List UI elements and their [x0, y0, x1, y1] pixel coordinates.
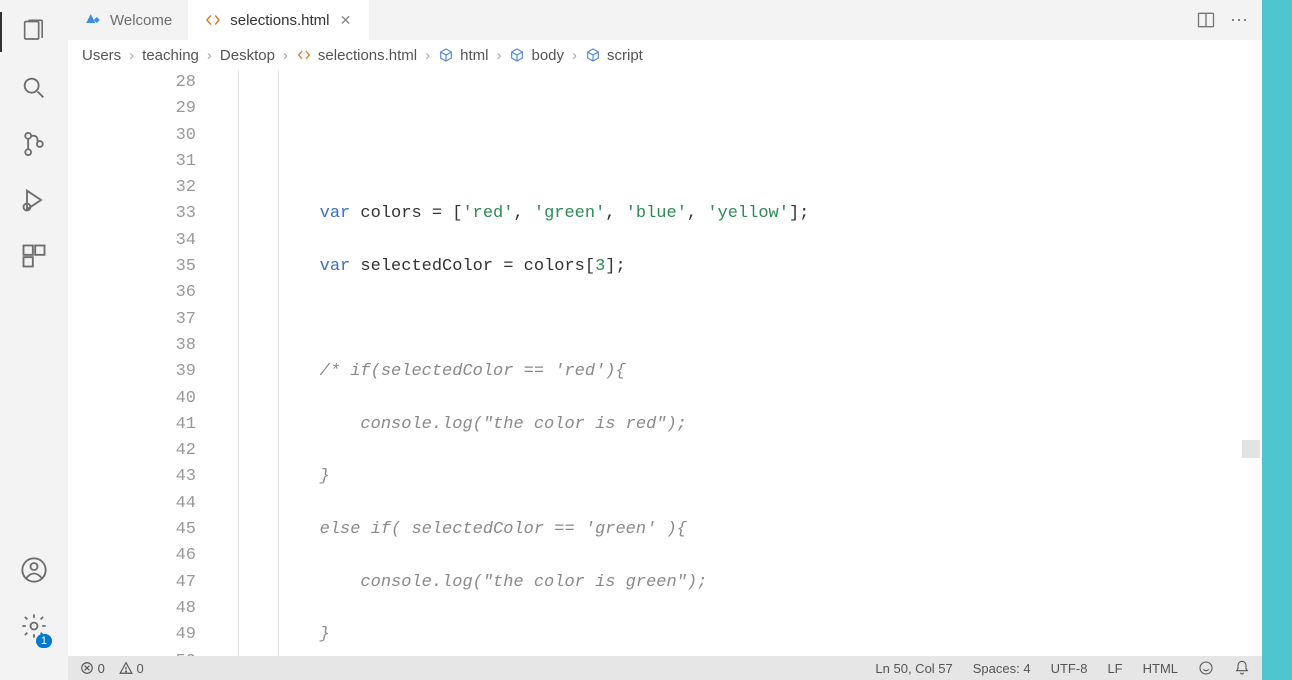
code-editor[interactable]: 2829303132333435363738394041424344454647…: [68, 70, 1262, 656]
html-file-icon: [296, 47, 312, 63]
tab-selections[interactable]: selections.html ✕: [188, 0, 369, 40]
status-warnings[interactable]: 0: [119, 661, 144, 676]
symbol-icon: [585, 47, 601, 63]
status-bar: 0 0 Ln 50, Col 57 Spaces: 4 UTF-8 LF HTM…: [68, 656, 1262, 680]
code-content[interactable]: var colors = ['red', 'green', 'blue', 'y…: [238, 70, 1262, 656]
status-errors[interactable]: 0: [80, 661, 105, 676]
chevron-right-icon: ›: [129, 47, 134, 64]
source-control-icon[interactable]: [10, 116, 58, 172]
status-encoding[interactable]: UTF-8: [1051, 661, 1088, 676]
tab-welcome[interactable]: Welcome: [68, 0, 188, 40]
search-icon[interactable]: [10, 60, 58, 116]
chevron-right-icon: ›: [283, 47, 288, 64]
status-eol[interactable]: LF: [1107, 661, 1122, 676]
feedback-icon[interactable]: [1198, 660, 1214, 676]
status-line-col[interactable]: Ln 50, Col 57: [875, 661, 952, 676]
run-debug-icon[interactable]: [10, 172, 58, 228]
breadcrumbs[interactable]: Users › teaching › Desktop › selections.htm…: [68, 40, 1262, 70]
settings-icon[interactable]: 1: [10, 598, 58, 654]
symbol-icon: [509, 47, 525, 63]
minimap-viewport[interactable]: [1242, 440, 1260, 458]
crumb[interactable]: Desktop: [220, 47, 275, 64]
crumb[interactable]: html: [438, 47, 488, 64]
explorer-icon[interactable]: [10, 4, 58, 60]
crumb[interactable]: teaching: [142, 47, 199, 64]
status-language[interactable]: HTML: [1143, 661, 1178, 676]
settings-badge: 1: [36, 634, 52, 648]
extensions-icon[interactable]: [10, 228, 58, 284]
crumb[interactable]: selections.html: [296, 47, 417, 64]
tab-label: Welcome: [110, 12, 172, 29]
crumb[interactable]: script: [585, 47, 643, 64]
activity-bar: 1: [0, 0, 68, 680]
close-icon[interactable]: ✕: [337, 12, 353, 28]
comment: /* if(selectedColor == 'red'){: [320, 362, 626, 381]
tab-label: selections.html: [230, 12, 329, 29]
chevron-right-icon: ›: [425, 47, 430, 64]
tab-bar: Welcome selections.html ✕ ⋯: [68, 0, 1262, 40]
editor-main: Welcome selections.html ✕ ⋯ Users › teach…: [68, 0, 1262, 680]
split-editor-icon[interactable]: [1196, 10, 1216, 30]
chevron-right-icon: ›: [572, 47, 577, 64]
accounts-icon[interactable]: [10, 542, 58, 598]
more-actions-icon[interactable]: ⋯: [1230, 10, 1248, 31]
chevron-right-icon: ›: [496, 47, 501, 64]
scrollbar-vertical[interactable]: [1262, 0, 1292, 680]
crumb[interactable]: Users: [82, 47, 121, 64]
line-number-gutter: 2829303132333435363738394041424344454647…: [68, 70, 238, 656]
symbol-icon: [438, 47, 454, 63]
chevron-right-icon: ›: [207, 47, 212, 64]
crumb[interactable]: body: [509, 47, 564, 64]
notifications-icon[interactable]: [1234, 660, 1250, 676]
status-indentation[interactable]: Spaces: 4: [973, 661, 1031, 676]
html-file-icon: [204, 11, 222, 29]
